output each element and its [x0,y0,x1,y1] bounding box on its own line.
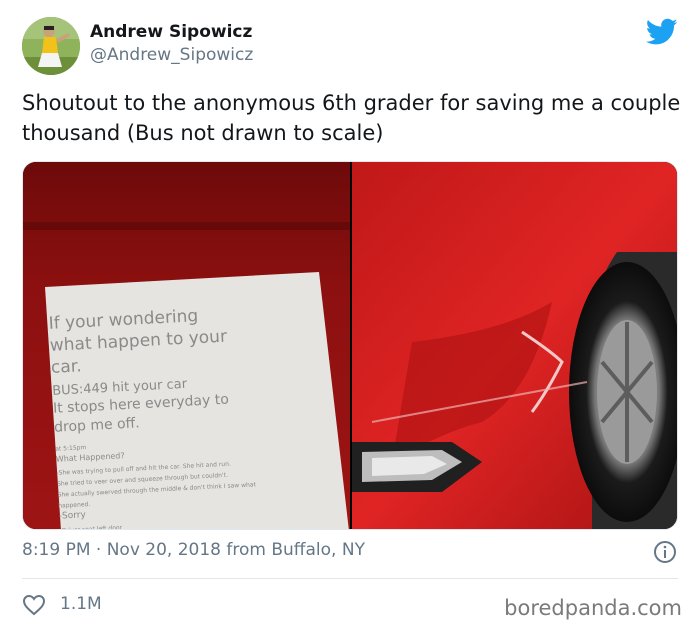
avatar-image [22,17,80,75]
car-damage-photo[interactable] [352,162,678,530]
tweet-media[interactable]: If your wondering what happen to your car.… [22,161,678,530]
author-handle[interactable]: @Andrew_Sipowicz [90,45,253,65]
like-count[interactable]: 1.1M [60,594,102,614]
tweet-timestamp[interactable]: 8:19 PM · Nov 20, 2018 from Buffalo, NY [22,540,365,560]
divider [22,578,678,579]
note-line: -Sorry [59,510,87,521]
heart-icon[interactable] [22,594,46,616]
avatar[interactable] [22,17,80,75]
watermark: boredpanda.com [504,596,682,620]
note-line: car. [51,356,83,378]
tweet-text: Shoutout to the anonymous 6th grader for… [22,91,681,145]
info-icon[interactable] [653,540,677,564]
author-name[interactable]: Andrew Sipowicz [90,22,252,42]
note-photo[interactable]: If your wonderingwhat happen to yourcar.… [23,162,350,530]
twitter-bird-icon[interactable] [646,18,678,46]
